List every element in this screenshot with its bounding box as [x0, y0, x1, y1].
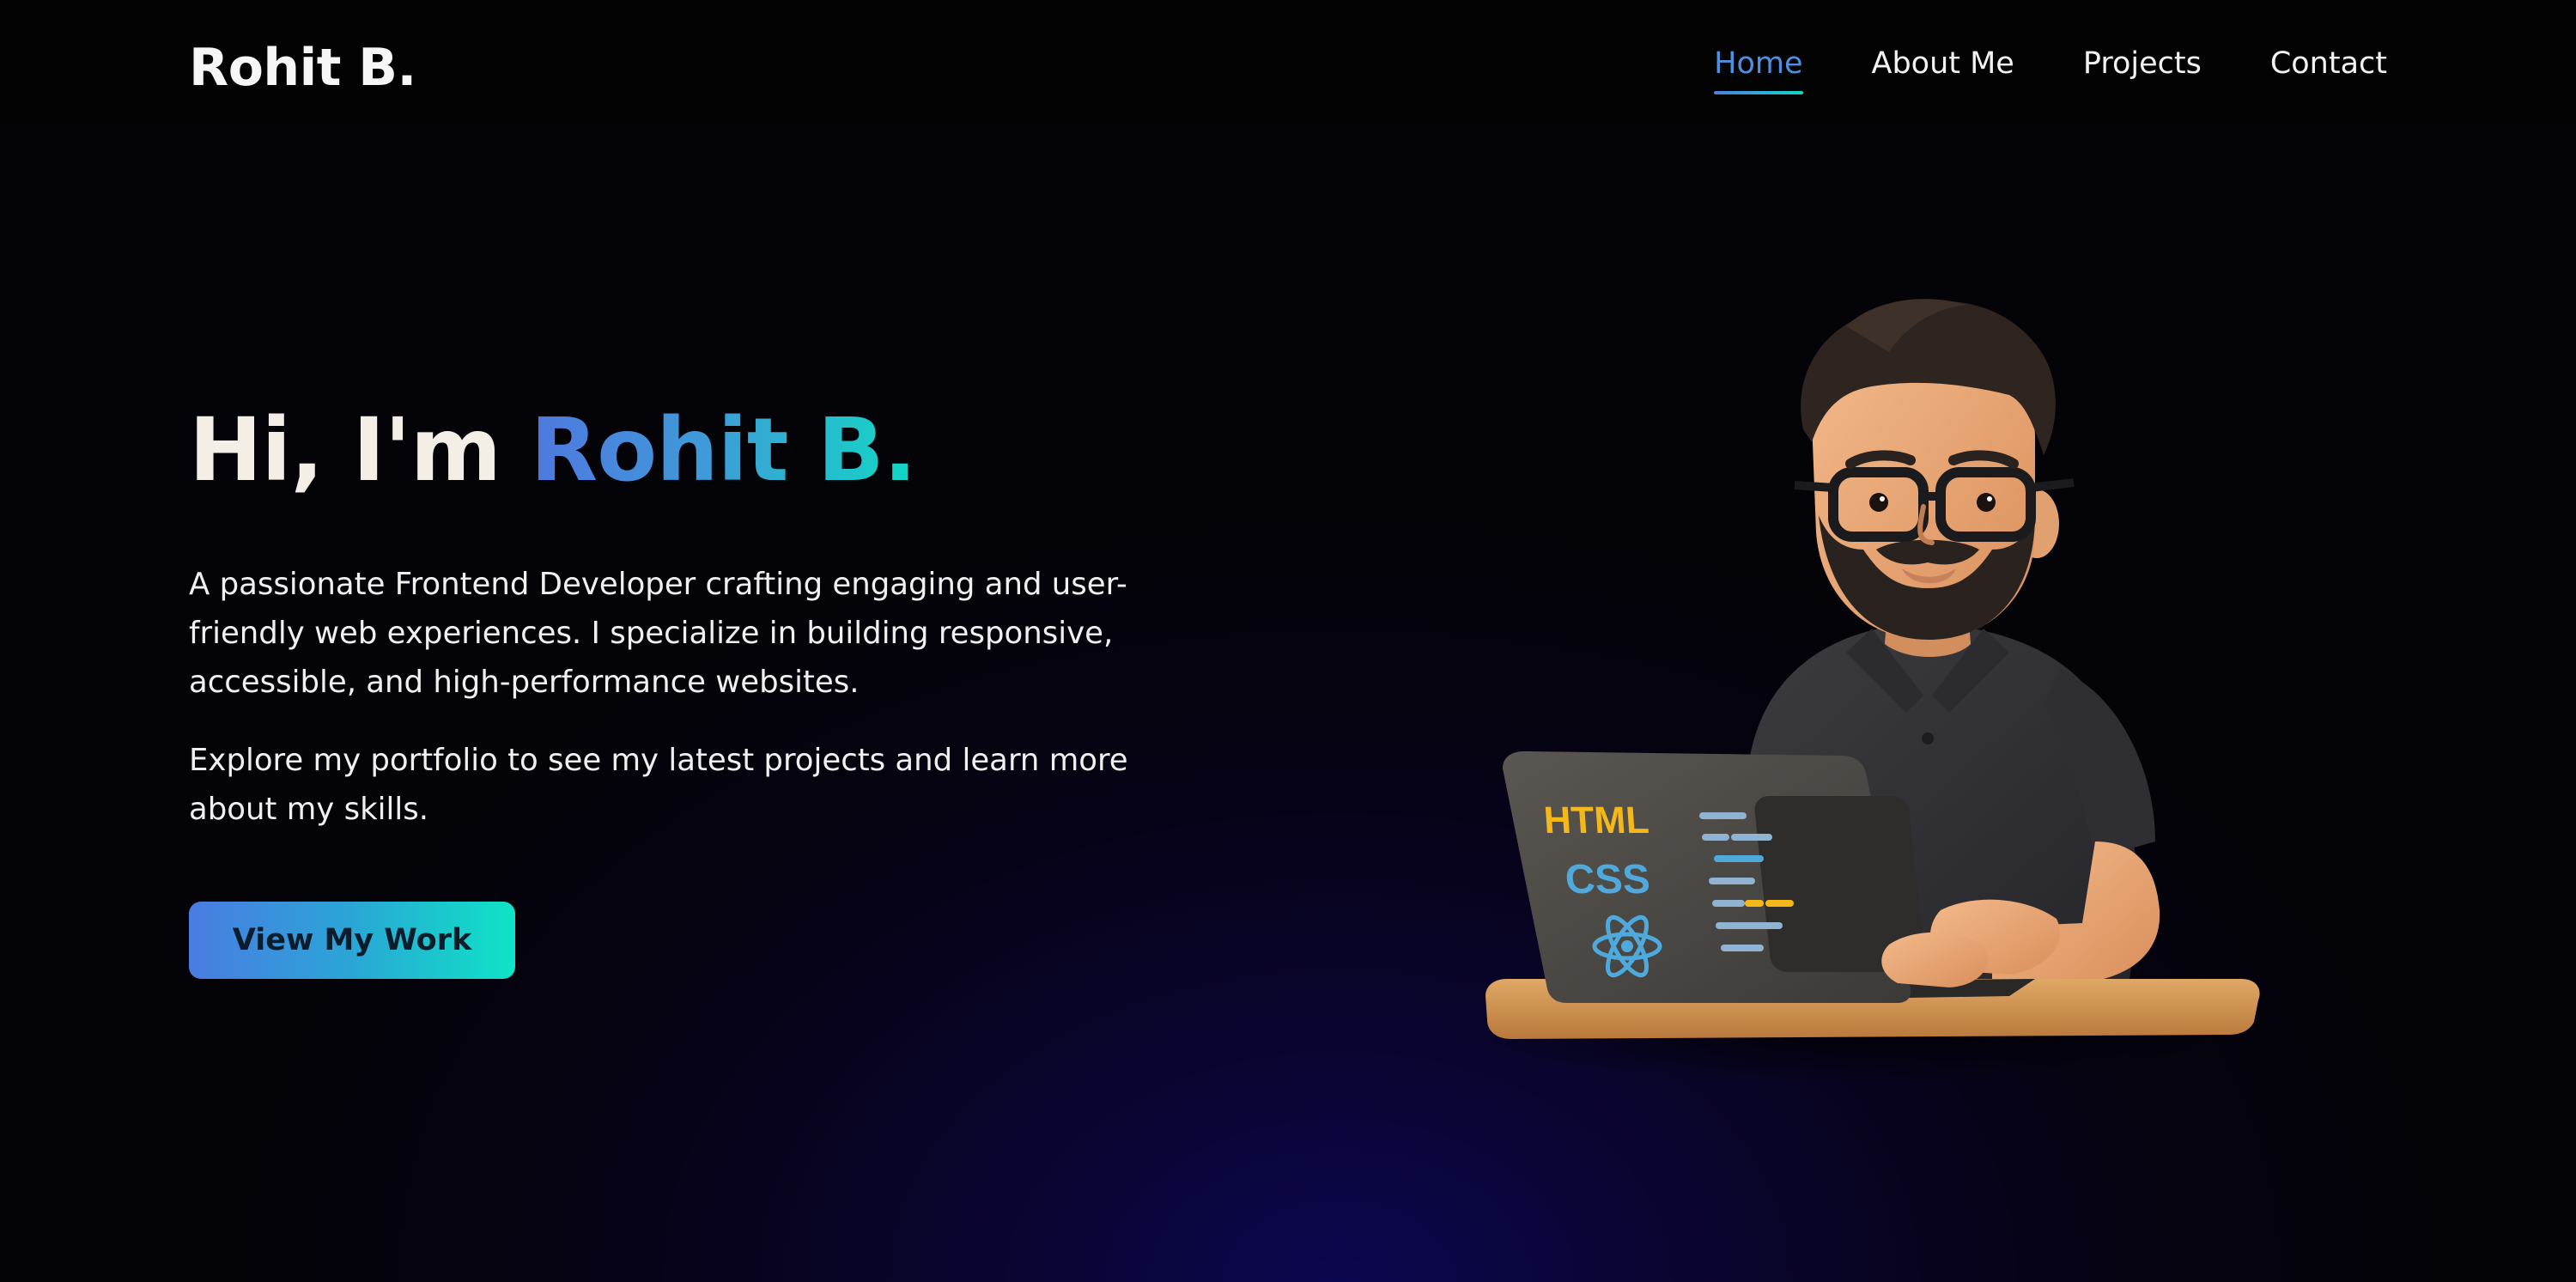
main-nav: Home About Me Projects Contact [1714, 46, 2387, 94]
person-head [1794, 299, 2075, 640]
hero-name: Rohit B. [530, 399, 917, 501]
nav-projects[interactable]: Projects [2083, 46, 2202, 94]
nav-home[interactable]: Home [1714, 46, 1803, 94]
site-logo[interactable]: Rohit B. [189, 38, 416, 98]
developer-illustration: HTML CSS [1443, 292, 2267, 1099]
nav-contact[interactable]: Contact [2270, 46, 2387, 94]
hero-title: Hi, I'm Rohit B. [189, 399, 917, 501]
laptop-css-label: CSS [1564, 857, 1651, 902]
hero-explore-paragraph: Explore my portfolio to see my latest pr… [189, 743, 1128, 827]
person-hand [1881, 932, 1989, 987]
nav-about-me[interactable]: About Me [1872, 46, 2014, 94]
hero-greeting: Hi, I'm [189, 399, 531, 501]
hero-intro-paragraph: A passionate Frontend Developer crafting… [189, 567, 1127, 700]
laptop-html-label: HTML [1542, 799, 1650, 842]
view-my-work-button[interactable]: View My Work [189, 902, 515, 979]
site-header: Rohit B. Home About Me Projects Contact [0, 0, 2576, 146]
